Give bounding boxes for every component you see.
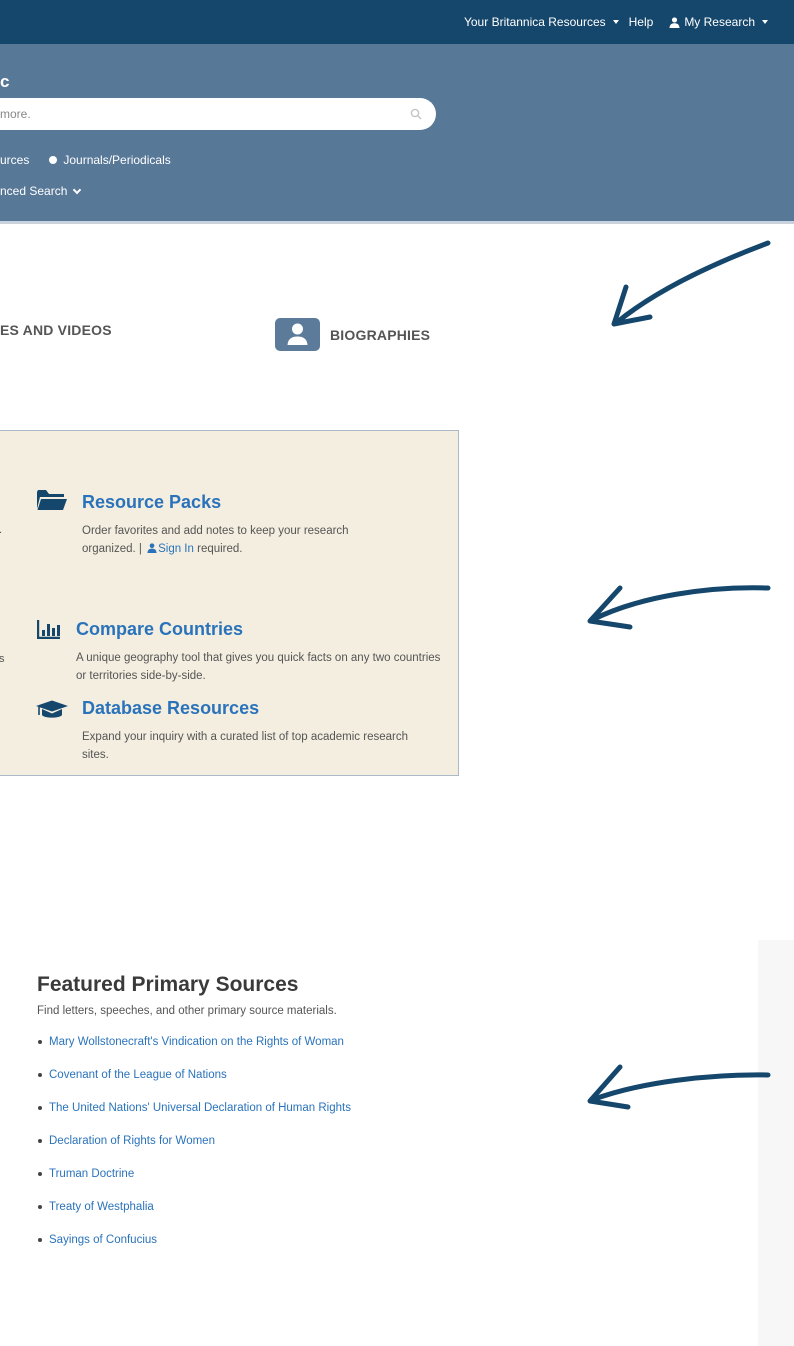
sign-in-label: Sign In: [158, 543, 194, 555]
compare-countries-link[interactable]: Compare Countries: [76, 619, 243, 640]
resource-packs-description: Order favorites and add notes to keep yo…: [82, 522, 422, 558]
resource-packs-desc-suffix: required.: [197, 543, 243, 555]
bar-chart-icon: [37, 620, 60, 639]
resource-packs-desc-line: organized. | Sign In required.: [82, 540, 422, 558]
database-resources-description: Expand your inquiry with a curated list …: [82, 731, 408, 761]
britannica-resources-menu[interactable]: Your Britannica Resources: [464, 15, 619, 29]
search-box: [0, 98, 436, 130]
right-edge-panel: [758, 940, 794, 1346]
resource-packs-link[interactable]: Resource Packs: [82, 492, 221, 513]
arrow-annotation-icon: [587, 585, 771, 630]
list-item: Treaty of Westphalia: [37, 1198, 367, 1216]
research-tools-panel: . s Resource Packs Order favorites and a…: [0, 430, 459, 776]
user-icon: [147, 543, 157, 553]
help-link[interactable]: Help: [629, 15, 654, 29]
graduation-cap-icon: [36, 700, 68, 718]
filter-journals-label: Journals/Periodicals: [63, 153, 171, 167]
caret-down-icon: [612, 20, 619, 24]
advanced-search-toggle[interactable]: nced Search: [0, 184, 82, 198]
top-navbar: Your Britannica Resources Help My Resear…: [0, 0, 794, 44]
search-input[interactable]: [0, 98, 380, 130]
caret-down-icon: [762, 20, 768, 24]
primary-source-link[interactable]: Sayings of Confucius: [49, 1234, 157, 1246]
chevron-down-icon: [73, 185, 82, 194]
folder-open-icon: [37, 490, 67, 510]
primary-source-link[interactable]: The United Nations' Universal Declaratio…: [49, 1102, 351, 1114]
search-filters: urces Journals/Periodicals: [0, 153, 171, 167]
filter-sources[interactable]: urces: [0, 153, 29, 167]
list-item: Sayings of Confucius: [37, 1231, 367, 1249]
list-item: Covenant of the League of Nations: [37, 1066, 367, 1084]
resource-packs-desc-line: Order favorites and add notes to keep yo…: [82, 525, 349, 537]
images-and-videos-link[interactable]: ES AND VIDEOS: [0, 322, 112, 338]
compare-countries-description: A unique geography tool that gives you q…: [76, 652, 441, 682]
primary-sources-list: Mary Wollstonecraft's Vindication on the…: [37, 1033, 367, 1249]
database-resources-link[interactable]: Database Resources: [82, 698, 259, 719]
search-icon[interactable]: [410, 108, 422, 120]
arrow-annotation-icon: [611, 240, 771, 327]
list-item: Mary Wollstonecraft's Vindication on the…: [37, 1033, 367, 1051]
user-icon: [669, 16, 680, 28]
search-header: c urces Journals/Periodicals nced Search: [0, 44, 794, 224]
filter-journals[interactable]: Journals/Periodicals: [49, 153, 171, 167]
primary-source-link[interactable]: Declaration of Rights for Women: [49, 1135, 215, 1147]
radio-selected-icon: [49, 156, 58, 164]
primary-source-link[interactable]: Treaty of Westphalia: [49, 1201, 154, 1213]
biographies-link[interactable]: BIOGRAPHIES: [330, 327, 430, 343]
advanced-search-label: nced Search: [0, 184, 68, 198]
arrow-annotation-icon: [587, 1064, 771, 1110]
primary-source-link[interactable]: Truman Doctrine: [49, 1168, 134, 1180]
filter-sources-label: urces: [0, 153, 30, 167]
primary-source-link[interactable]: Mary Wollstonecraft's Vindication on the…: [49, 1036, 344, 1048]
primary-source-link[interactable]: Covenant of the League of Nations: [49, 1069, 227, 1081]
top-nav: Your Britannica Resources Help My Resear…: [464, 0, 768, 44]
cut-off-text: s: [0, 653, 5, 665]
britannica-resources-label: Your Britannica Resources: [463, 15, 606, 29]
my-research-label: My Research: [684, 15, 755, 29]
biographies-icon-box[interactable]: [275, 318, 320, 351]
site-title: c: [0, 72, 10, 91]
help-label: Help: [628, 15, 654, 29]
list-item: The United Nations' Universal Declaratio…: [37, 1099, 367, 1117]
list-item: Declaration of Rights for Women: [37, 1132, 367, 1150]
featured-primary-sources-title: Featured Primary Sources: [37, 973, 299, 996]
sign-in-link[interactable]: Sign In: [145, 543, 194, 555]
resource-packs-desc-prefix: organized. |: [82, 543, 142, 555]
featured-primary-sources-subtitle: Find letters, speeches, and other primar…: [37, 1005, 337, 1017]
my-research-menu[interactable]: My Research: [669, 15, 768, 29]
list-item: Truman Doctrine: [37, 1165, 367, 1183]
cut-off-text: .: [0, 524, 2, 536]
user-icon: [287, 323, 308, 345]
